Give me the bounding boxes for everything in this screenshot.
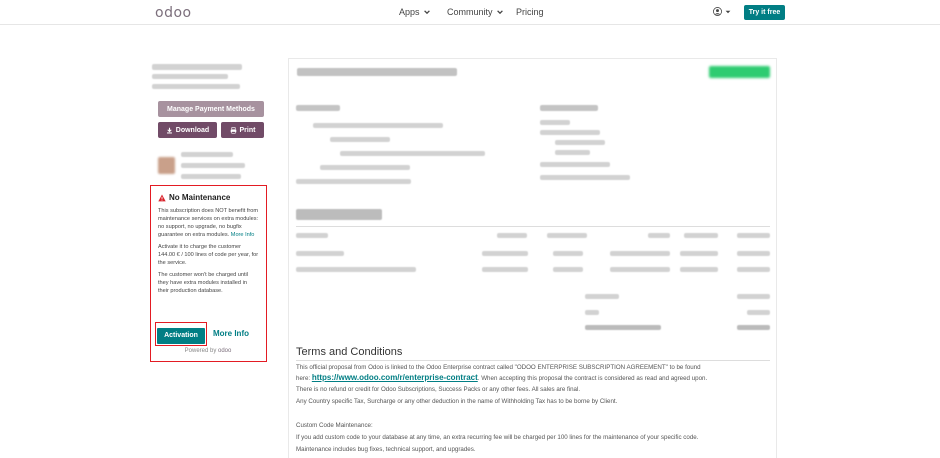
terms-line-6: If you add custom code to your database … xyxy=(296,434,699,441)
terms-line-2: here: https://www.odoo.com/r/enterprise-… xyxy=(296,373,770,383)
no-maintenance-panel: No Maintenance This subscription does NO… xyxy=(150,185,267,362)
no-maintenance-title: No Maintenance xyxy=(158,193,259,202)
print-label: Print xyxy=(239,126,256,134)
nav-apps[interactable]: Apps xyxy=(399,7,431,17)
terms-line-4: Any Country specific Tax, Surcharge or a… xyxy=(296,398,618,405)
more-info-inline-link[interactable]: More Info xyxy=(231,232,255,238)
enterprise-contract-link[interactable]: https://www.odoo.com/r/enterprise-contra… xyxy=(312,373,478,382)
scrollbar-track[interactable] xyxy=(928,25,940,458)
activation-button[interactable]: Activation xyxy=(157,327,205,344)
chevron-down-icon xyxy=(423,10,430,15)
terms-divider xyxy=(296,360,770,361)
manage-payment-methods-button[interactable]: Manage Payment Methods xyxy=(158,101,264,117)
more-info-link[interactable]: More Info xyxy=(213,329,249,338)
nav-community-label: Community xyxy=(447,7,493,17)
nav-pricing-label: Pricing xyxy=(516,7,544,17)
top-navbar: odoo Apps Community Pricing Try it free xyxy=(0,0,940,25)
powered-by-text: Powered by xyxy=(184,348,217,354)
powered-by-brand: odoo xyxy=(218,348,232,354)
terms-line-2-suffix: . When accepting this proposal the contr… xyxy=(477,375,708,382)
terms-line-5: Custom Code Maintenance: xyxy=(296,422,373,429)
user-menu[interactable] xyxy=(713,7,731,16)
odoo-logo[interactable]: odoo xyxy=(155,5,192,21)
nav-pricing[interactable]: Pricing xyxy=(516,7,544,17)
download-icon xyxy=(166,127,172,133)
download-button[interactable]: Download xyxy=(158,122,217,138)
try-it-free-button[interactable]: Try it free xyxy=(744,5,785,20)
maintenance-paragraph-2: Activate it to charge the customer 144.0… xyxy=(158,244,259,266)
maintenance-paragraph-1: This subscription does NOT benefit from … xyxy=(158,207,259,239)
terms-line-1: This official proposal from Odoo is link… xyxy=(296,364,701,371)
printer-icon xyxy=(230,126,236,134)
nav-apps-label: Apps xyxy=(399,7,420,17)
download-label: Download xyxy=(175,126,210,134)
terms-line-7: Maintenance includes bug fixes, technica… xyxy=(296,446,476,453)
activation-highlight: Activation xyxy=(155,322,207,346)
activation-row: Activation More Info xyxy=(155,322,249,346)
warning-icon xyxy=(158,193,166,201)
maintenance-paragraph-3: The customer won't be charged until they… xyxy=(158,272,248,294)
print-button[interactable]: Print xyxy=(221,122,264,138)
terms-title: Terms and Conditions xyxy=(296,346,403,358)
nav-community[interactable]: Community xyxy=(447,7,504,17)
user-circle-icon xyxy=(713,7,722,16)
no-maintenance-title-text: No Maintenance xyxy=(169,193,231,202)
caret-down-icon xyxy=(725,10,731,13)
terms-line-3: There is no refund or credit for Odoo Su… xyxy=(296,386,581,393)
chevron-down-icon xyxy=(496,10,503,15)
terms-line-2-prefix: here: xyxy=(296,375,312,382)
powered-by: Powered by odoo xyxy=(151,348,265,354)
